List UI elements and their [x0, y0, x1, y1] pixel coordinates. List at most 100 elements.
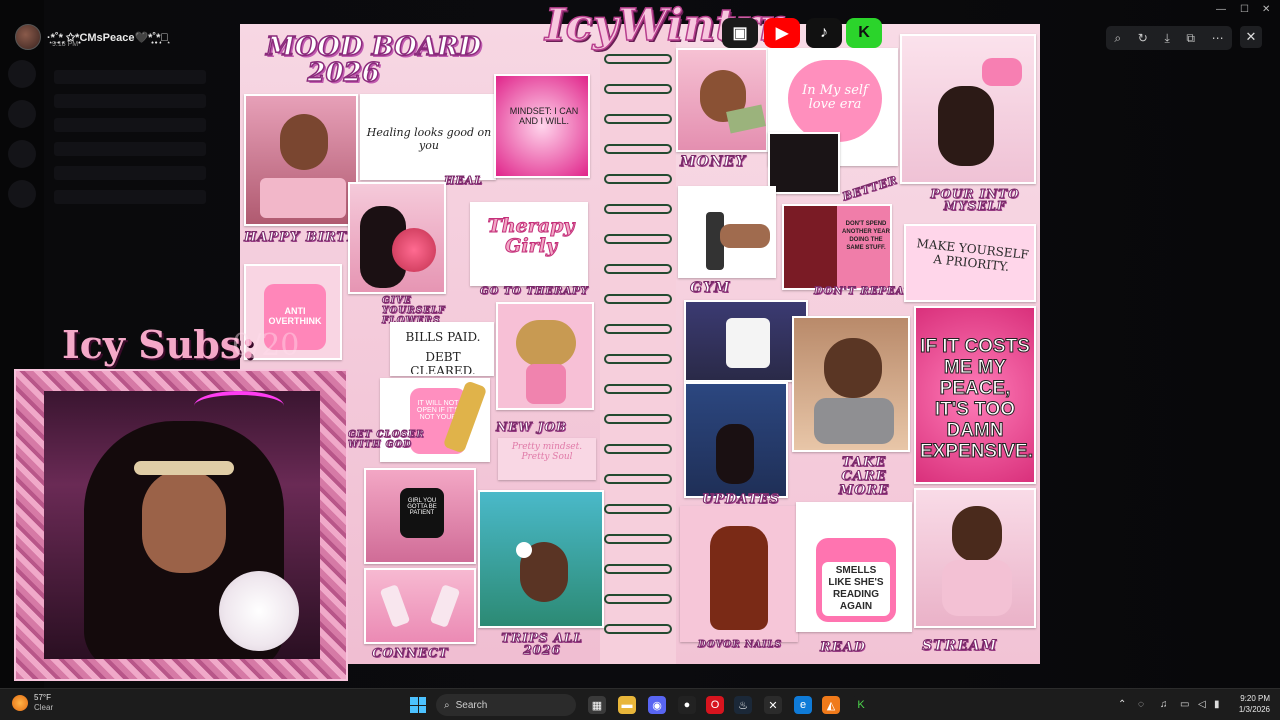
pour-image [900, 34, 1036, 184]
rotate-icon[interactable]: ↻ [1138, 31, 1148, 45]
hello-kitty-image [496, 302, 594, 410]
download-icon[interactable]: ⤓ [1164, 31, 1169, 46]
pretty-mindset-tile: Pretty mindset. Pretty Soul [498, 438, 596, 480]
weather-widget[interactable]: 57°F Clear [12, 693, 53, 713]
windows-taskbar: 57°F Clear ⌕ Search ▦ ▬ ◉ ● O ♨ ✕ e ◭ K … [0, 688, 1280, 720]
maximize-icon[interactable]: ☐ [1240, 4, 1249, 15]
candle-tile: SMELLS LIKE SHE'S READING AGAIN [796, 502, 912, 632]
patient-text: GIRL YOU GOTTA BE PATIENT [400, 488, 444, 538]
smells-text: SMELLS LIKE SHE'S READING AGAIN [822, 562, 890, 616]
caption-trips: TRIPS ALL 2026 [501, 631, 583, 657]
caption-go-therapy: GO TO THERAPY [480, 286, 589, 298]
steam-icon[interactable]: ♨ [734, 696, 752, 714]
xbox-icon[interactable]: ✕ [764, 696, 782, 714]
start-icon[interactable] [410, 697, 426, 713]
app-icon[interactable]: ◭ [822, 696, 840, 714]
mindset-tile: MINDSET: I CAN AND I WILL. [494, 74, 590, 178]
channel-item[interactable] [54, 118, 206, 132]
taskbar-search[interactable]: ⌕ Search [436, 694, 576, 716]
server-icon[interactable] [8, 180, 36, 208]
server-icon[interactable] [8, 100, 36, 128]
bills-text: BILLS PAID. [405, 330, 481, 344]
battery-icon[interactable]: ▮ [1214, 699, 1220, 710]
self-love-text: In My self love era [802, 83, 868, 112]
healing-tile: Healing looks good on you [360, 94, 496, 180]
image-viewer-toolbar: ⌕ ↻ ⤓ ⧉ ⋯ [1106, 26, 1232, 50]
zoom-icon[interactable]: ⌕ [1114, 31, 1121, 46]
priority-text: MAKE YOURSELF A PRIORITY. [915, 236, 1030, 274]
caption-pour-into: POUR INTO MYSELF [930, 187, 1020, 213]
caption-dont-repeat: DON'T REPEAT [813, 286, 913, 298]
healing-text: Healing looks good on you [366, 126, 492, 152]
tray-chevron-icon[interactable]: ⌃ [1118, 699, 1126, 710]
close-window-icon[interactable]: ✕ [1262, 4, 1270, 15]
self-care-image [792, 316, 910, 452]
caption-gym: GYM [689, 280, 731, 297]
server-icon[interactable] [8, 60, 36, 88]
kick-icon: K [846, 18, 882, 48]
weather-temp: 57°F [34, 693, 51, 702]
file-explorer-icon[interactable]: ▬ [618, 696, 636, 714]
obs-icon[interactable]: ● [678, 696, 696, 714]
minimize-icon[interactable]: — [1216, 4, 1226, 15]
server-icon[interactable] [8, 140, 36, 168]
mama-photo [768, 132, 840, 194]
volume-icon[interactable]: ◁ [1198, 699, 1206, 710]
weather-desc: Clear [34, 703, 54, 712]
caption-take-care: TAKE CARE MORE [838, 455, 890, 498]
notebook-spine [600, 24, 676, 664]
gym-image [678, 186, 776, 278]
channel-item[interactable] [54, 70, 206, 84]
stream-image [914, 488, 1036, 628]
travel-image-2 [684, 382, 788, 498]
tiktok-icon: ♪ [806, 18, 842, 48]
caption-stream: STREAM [921, 638, 998, 655]
channel-item[interactable] [54, 166, 206, 180]
system-clock[interactable]: 9:20 PM 1/3/2026 [1228, 693, 1270, 715]
board-title: MOOD BOARD 2026 [265, 32, 482, 87]
kick-app-icon[interactable]: K [852, 696, 870, 714]
streamer-headband [134, 461, 234, 475]
costs-peace-tile: IF IT COSTS ME MY PEACE, IT'S TOO DAMN E… [914, 306, 1036, 484]
caption-new-job: NEW JOB [495, 420, 568, 435]
caption-dovor-nails: DOVOR NAILS [697, 640, 783, 651]
open-external-icon[interactable]: ⧉ [1186, 31, 1195, 46]
channel-item[interactable] [54, 190, 206, 204]
edge-icon[interactable]: e [794, 696, 812, 714]
birthday-image [244, 94, 358, 226]
streamer-face [142, 469, 226, 573]
therapy-girly-text: Therapy Girly [487, 215, 575, 257]
opera-icon[interactable]: O [706, 696, 724, 714]
channel-item[interactable] [54, 94, 206, 108]
microphone-icon[interactable]: ♫ [1160, 699, 1168, 710]
mindset-text: MINDSET: I CAN AND I WILL. [509, 106, 579, 126]
subs-goal-label: Icy Subs: [62, 322, 256, 367]
mood-board-image: MOOD BOARD 2026 HAPPY BIRTHDAY Healing l… [240, 24, 1040, 664]
board-title-line2: 2026 [307, 58, 381, 88]
avatar[interactable] [15, 24, 41, 50]
caption-heal: HEAL [443, 174, 484, 188]
caption-updates: UPDATES [702, 492, 780, 508]
debt-text: DEBT CLEARED. [410, 350, 476, 376]
tray-app-icon[interactable]: ◌ [1138, 699, 1144, 710]
youtube-icon: ▶ [764, 18, 800, 48]
weather-icon [12, 695, 28, 711]
costs-peace-text: IF IT COSTS ME MY PEACE, IT'S TOO DAMN E… [920, 336, 1034, 463]
post-time: 9:18 PM [52, 41, 79, 48]
discord-icon[interactable]: ◉ [648, 696, 666, 714]
webcam-frame [14, 369, 348, 681]
caption-connect: CONNECT [372, 646, 449, 661]
board-title-line1: MOOD BOARD [265, 32, 482, 62]
close-viewer-button[interactable]: ✕ [1240, 26, 1262, 48]
channel-item[interactable] [54, 142, 206, 156]
network-icon[interactable]: ▭ [1180, 699, 1189, 710]
flowers-image [348, 182, 446, 294]
money-image [676, 48, 768, 152]
patient-watch-image: GIRL YOU GOTTA BE PATIENT [364, 468, 476, 564]
more-icon[interactable]: ⋯ [1212, 31, 1224, 45]
pretty-mindset-text: Pretty mindset. Pretty Soul [511, 442, 583, 462]
task-view-icon[interactable]: ▦ [588, 696, 606, 714]
channel-list [54, 60, 244, 214]
neon-light [194, 391, 284, 421]
nails-image [680, 506, 798, 642]
